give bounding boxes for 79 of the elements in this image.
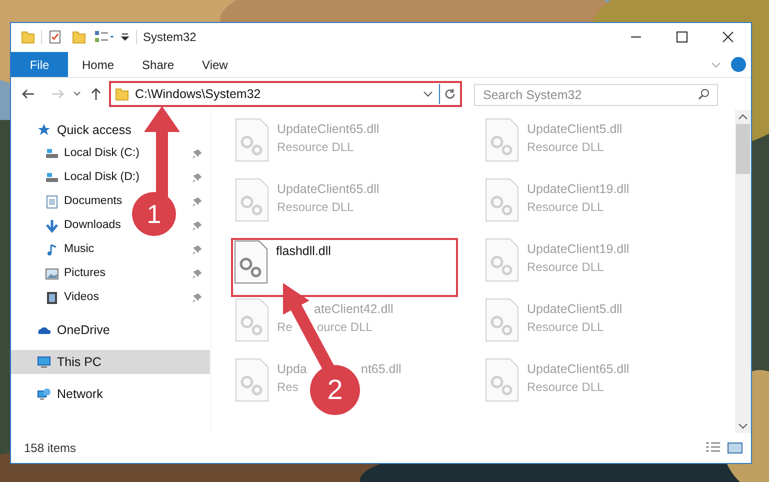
file-type: Resource DLL bbox=[527, 199, 604, 216]
sidebar-item[interactable]: Quick access bbox=[11, 118, 210, 142]
maximize-icon[interactable] bbox=[676, 31, 688, 43]
gear-file-icon[interactable] bbox=[235, 358, 269, 402]
film-icon bbox=[45, 291, 59, 305]
view-options-icon[interactable] bbox=[94, 30, 116, 44]
address-text: C:\Windows\System32 bbox=[135, 86, 261, 103]
sidebar-item[interactable]: This PC bbox=[11, 350, 210, 374]
sidebar-item[interactable]: Local Disk (D:) bbox=[45, 169, 140, 187]
close-icon[interactable] bbox=[722, 31, 734, 43]
ribbon-tab[interactable]: File bbox=[11, 52, 68, 77]
drive-icon bbox=[45, 171, 59, 185]
item-count: 158 items bbox=[24, 440, 76, 457]
folder-icon bbox=[115, 87, 129, 101]
ribbon-tab[interactable]: View bbox=[188, 52, 242, 77]
network-icon bbox=[37, 387, 51, 401]
file-type: Resource DLL bbox=[527, 379, 604, 396]
drive-icon bbox=[45, 147, 59, 161]
sidebar-item[interactable]: Documents bbox=[45, 193, 122, 211]
sidebar-item[interactable]: Network bbox=[11, 382, 210, 406]
monitor-icon bbox=[37, 355, 51, 369]
file-type: Resource DLL bbox=[527, 259, 604, 276]
file-name[interactable]: flashdll.dll bbox=[276, 242, 331, 261]
sidebar-item[interactable]: OneDrive bbox=[11, 318, 210, 342]
star-icon bbox=[37, 123, 51, 137]
file-type: Resource DLL bbox=[277, 139, 354, 156]
scroll-up-icon[interactable] bbox=[738, 113, 748, 121]
sidebar-item[interactable]: Pictures bbox=[45, 265, 106, 283]
file-type: Resource DLL bbox=[527, 139, 604, 156]
sidebar-item[interactable]: Music bbox=[45, 241, 94, 259]
address-field[interactable]: C:\Windows\System32 bbox=[109, 81, 462, 107]
window-title: System32 bbox=[143, 29, 196, 46]
chevron-down-icon[interactable] bbox=[423, 89, 433, 99]
document-icon bbox=[45, 195, 59, 209]
up-icon[interactable] bbox=[89, 87, 103, 101]
pin-icon[interactable] bbox=[192, 221, 202, 231]
music-note-icon bbox=[45, 243, 59, 257]
pin-icon[interactable] bbox=[192, 149, 202, 159]
back-icon[interactable] bbox=[21, 87, 35, 101]
scrollbar[interactable] bbox=[735, 110, 751, 433]
properties-icon[interactable] bbox=[48, 30, 62, 44]
pin-icon[interactable] bbox=[192, 269, 202, 279]
new-folder-icon[interactable] bbox=[72, 30, 86, 44]
pin-icon[interactable] bbox=[192, 173, 202, 183]
pin-icon[interactable] bbox=[192, 245, 202, 255]
search-field[interactable]: Search System32 bbox=[474, 84, 718, 106]
scroll-down-icon[interactable] bbox=[738, 422, 748, 430]
refresh-icon[interactable] bbox=[444, 88, 456, 100]
scroll-thumb[interactable] bbox=[736, 124, 750, 174]
help-icon[interactable] bbox=[731, 57, 746, 72]
file-type: ource DLL bbox=[317, 319, 372, 336]
file-type: Resource DLL bbox=[527, 319, 604, 336]
folder-icon[interactable] bbox=[21, 30, 35, 44]
picture-icon bbox=[45, 267, 59, 281]
file-type: Res bbox=[277, 379, 298, 396]
gear-file-icon[interactable] bbox=[485, 238, 519, 282]
chevron-down-icon[interactable] bbox=[73, 90, 81, 98]
ribbon-tab[interactable]: Home bbox=[68, 52, 128, 77]
pin-icon[interactable] bbox=[192, 293, 202, 303]
search-icon[interactable] bbox=[698, 88, 710, 100]
pin-icon[interactable] bbox=[192, 197, 202, 207]
gear-file-icon[interactable] bbox=[235, 118, 269, 162]
file-type: Resource DLL bbox=[277, 199, 354, 216]
file-type: Re bbox=[277, 319, 292, 336]
sidebar-item[interactable]: Downloads bbox=[45, 217, 121, 235]
sidebar-item[interactable]: Videos bbox=[45, 289, 99, 307]
gear-file-icon[interactable] bbox=[485, 178, 519, 222]
gear-file-icon[interactable] bbox=[485, 358, 519, 402]
gear-file-icon[interactable] bbox=[485, 298, 519, 342]
ribbon-tab[interactable]: Share bbox=[128, 52, 188, 77]
down-arrow-icon bbox=[45, 219, 59, 233]
sidebar-item[interactable]: Local Disk (C:) bbox=[45, 145, 140, 163]
gear-file-icon[interactable] bbox=[235, 178, 269, 222]
gear-file-icon[interactable] bbox=[235, 298, 269, 342]
gear-file-icon[interactable] bbox=[485, 118, 519, 162]
forward-icon[interactable] bbox=[51, 87, 65, 101]
details-view-icon[interactable] bbox=[705, 442, 721, 454]
gear-file-icon[interactable] bbox=[234, 240, 268, 284]
large-icons-view-icon[interactable] bbox=[727, 442, 743, 454]
